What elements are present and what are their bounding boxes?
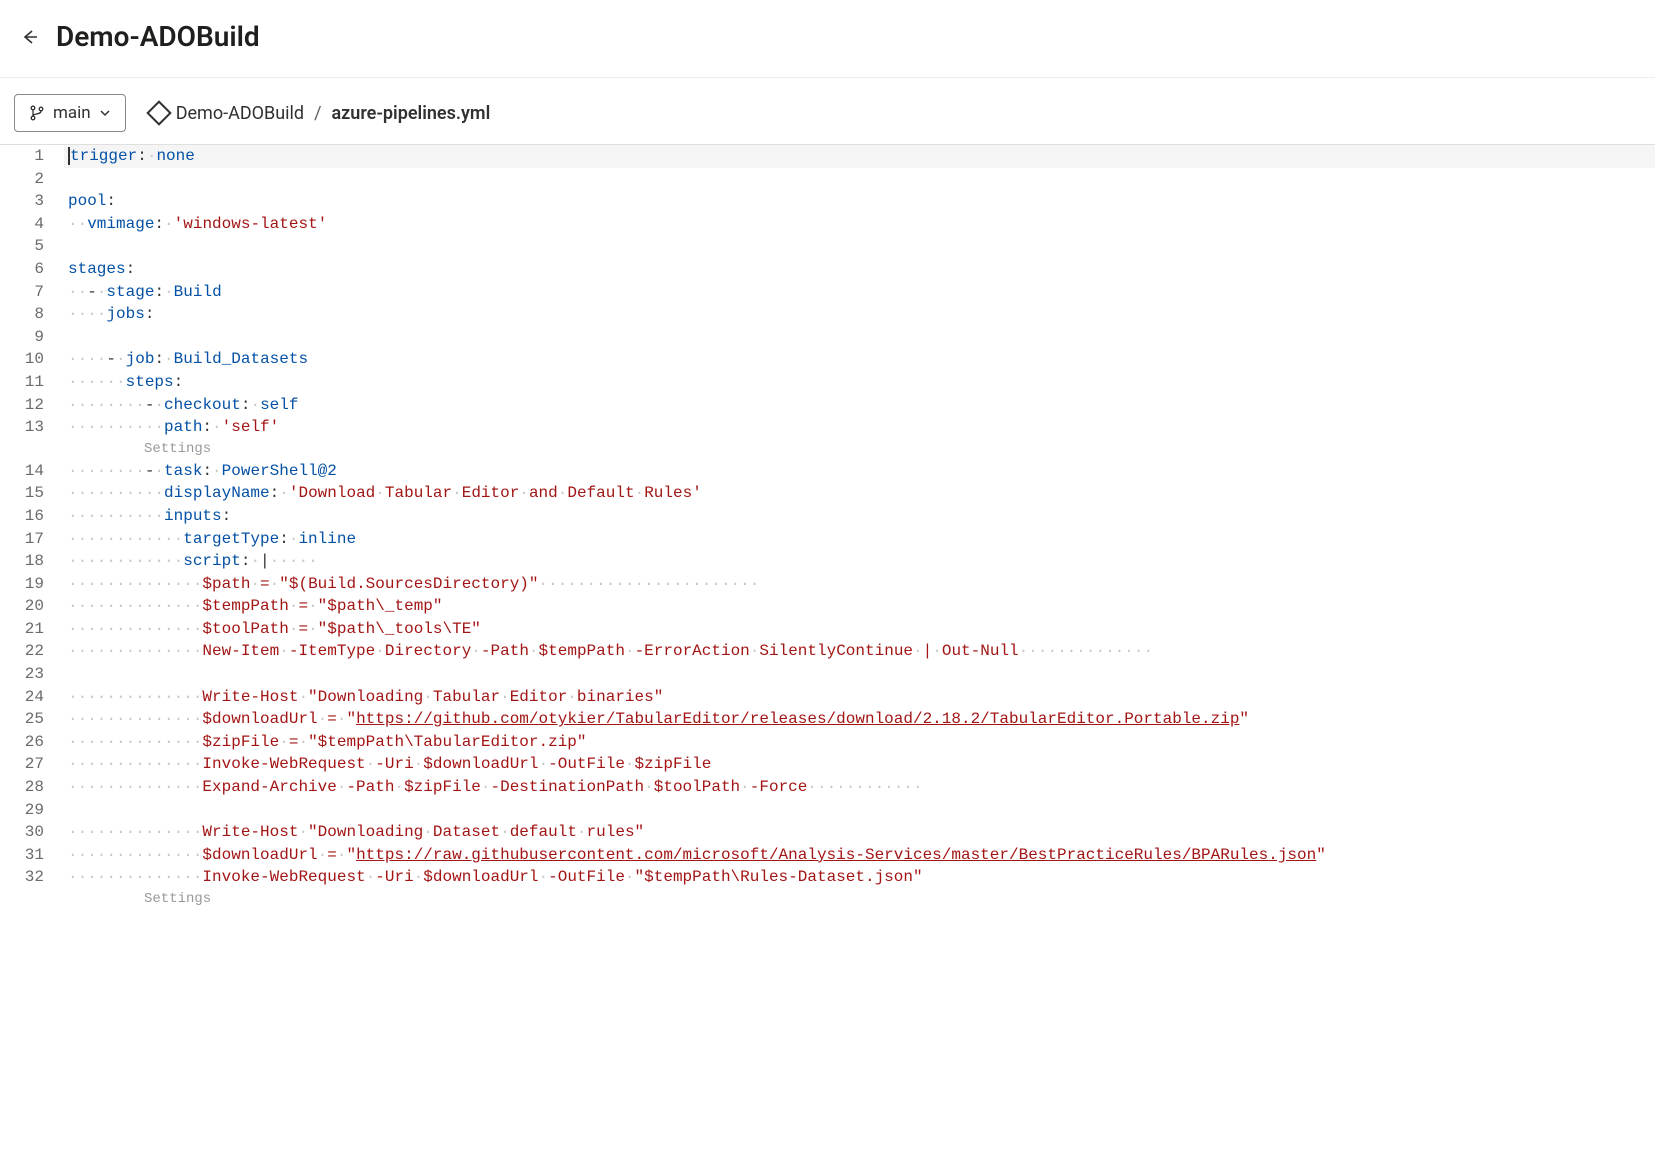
- line-number: 32: [0, 866, 64, 889]
- line-number: 27: [0, 753, 64, 776]
- code-line[interactable]: 20··············$tempPath·=·"$path\_temp…: [0, 595, 1655, 618]
- line-number: 20: [0, 595, 64, 618]
- breadcrumb: Demo-ADOBuild / azure-pipelines.yml: [150, 103, 491, 124]
- code-line[interactable]: 1trigger:·none: [0, 145, 1655, 168]
- line-number: 10: [0, 348, 64, 371]
- line-number: 3: [0, 190, 64, 213]
- code-line[interactable]: 16··········inputs:: [0, 505, 1655, 528]
- line-number: 11: [0, 371, 64, 394]
- line-number: 24: [0, 686, 64, 709]
- line-number: 12: [0, 394, 64, 417]
- line-number: 15: [0, 482, 64, 505]
- line-number: 31: [0, 844, 64, 867]
- page-header: Demo-ADOBuild: [0, 0, 1655, 77]
- code-line[interactable]: 24··············Write-Host·"Downloading·…: [0, 686, 1655, 709]
- line-number: 8: [0, 303, 64, 326]
- code-line[interactable]: 12········-·checkout:·self: [0, 394, 1655, 417]
- code-line[interactable]: 3pool:: [0, 190, 1655, 213]
- toolbar: main Demo-ADOBuild / azure-pipelines.yml: [0, 77, 1655, 144]
- code-line[interactable]: 28··············Expand-Archive·-Path·$zi…: [0, 776, 1655, 799]
- back-button[interactable]: [18, 25, 42, 49]
- line-number: 29: [0, 799, 64, 822]
- line-number: 6: [0, 258, 64, 281]
- line-number: 26: [0, 731, 64, 754]
- breadcrumb-repo[interactable]: Demo-ADOBuild: [150, 103, 304, 124]
- line-number: 5: [0, 235, 64, 258]
- code-line[interactable]: 19··············$path·=·"$(Build.Sources…: [0, 573, 1655, 596]
- code-line[interactable]: 10····-·job:·Build_Datasets: [0, 348, 1655, 371]
- code-line[interactable]: 23: [0, 663, 1655, 686]
- code-line[interactable]: 26··············$zipFile·=·"$tempPath\Ta…: [0, 731, 1655, 754]
- code-line[interactable]: 14········-·task:·PowerShell@2: [0, 460, 1655, 483]
- code-line[interactable]: 30··············Write-Host·"Downloading·…: [0, 821, 1655, 844]
- branch-name: main: [53, 103, 91, 123]
- code-line[interactable]: 17············targetType:·inline: [0, 528, 1655, 551]
- code-line[interactable]: 11······steps:: [0, 371, 1655, 394]
- line-number: 14: [0, 460, 64, 483]
- repo-icon: [146, 100, 171, 125]
- code-line[interactable]: 5: [0, 235, 1655, 258]
- code-line[interactable]: 32··············Invoke-WebRequest·-Uri·$…: [0, 866, 1655, 889]
- line-number: 17: [0, 528, 64, 551]
- code-line[interactable]: 18············script:·|·····: [0, 550, 1655, 573]
- code-line[interactable]: 22··············New-Item·-ItemType·Direc…: [0, 640, 1655, 663]
- branch-icon: [29, 105, 45, 121]
- line-number: 22: [0, 640, 64, 663]
- line-number: 25: [0, 708, 64, 731]
- code-line[interactable]: 4··vmimage:·'windows-latest': [0, 213, 1655, 236]
- line-number: 19: [0, 573, 64, 596]
- line-number: 1: [0, 145, 64, 168]
- line-number: 7: [0, 281, 64, 304]
- code-line[interactable]: 2: [0, 168, 1655, 191]
- code-line[interactable]: 31··············$downloadUrl·=·"https://…: [0, 844, 1655, 867]
- breadcrumb-file[interactable]: azure-pipelines.yml: [332, 103, 491, 124]
- code-line[interactable]: 15··········displayName:·'Download·Tabul…: [0, 482, 1655, 505]
- arrow-left-icon: [20, 27, 40, 47]
- line-number: 21: [0, 618, 64, 641]
- code-line[interactable]: 6stages:: [0, 258, 1655, 281]
- line-number: 16: [0, 505, 64, 528]
- code-line[interactable]: 29: [0, 799, 1655, 822]
- line-number: 9: [0, 326, 64, 349]
- code-line[interactable]: 8····jobs:: [0, 303, 1655, 326]
- line-number: 13: [0, 416, 64, 439]
- code-line[interactable]: 21··············$toolPath·=·"$path\_tool…: [0, 618, 1655, 641]
- breadcrumb-separator: /: [314, 103, 321, 124]
- page-title: Demo-ADOBuild: [56, 20, 260, 53]
- line-number: 28: [0, 776, 64, 799]
- line-number: 30: [0, 821, 64, 844]
- line-number: 4: [0, 213, 64, 236]
- line-number: 18: [0, 550, 64, 573]
- code-line[interactable]: 7··-·stage:·Build: [0, 281, 1655, 304]
- code-line[interactable]: 27··············Invoke-WebRequest·-Uri·$…: [0, 753, 1655, 776]
- code-line[interactable]: 13··········path:·'self': [0, 416, 1655, 439]
- branch-selector[interactable]: main: [14, 94, 126, 132]
- codelens-settings[interactable]: Settings: [0, 439, 1655, 460]
- code-line[interactable]: 25··············$downloadUrl·=·"https://…: [0, 708, 1655, 731]
- line-number: 2: [0, 168, 64, 191]
- chevron-down-icon: [99, 107, 111, 119]
- codelens-settings[interactable]: Settings: [0, 889, 1655, 910]
- code-line[interactable]: 9: [0, 326, 1655, 349]
- code-editor[interactable]: 1trigger:·none23pool:4··vmimage:·'window…: [0, 144, 1655, 910]
- line-number: 23: [0, 663, 64, 686]
